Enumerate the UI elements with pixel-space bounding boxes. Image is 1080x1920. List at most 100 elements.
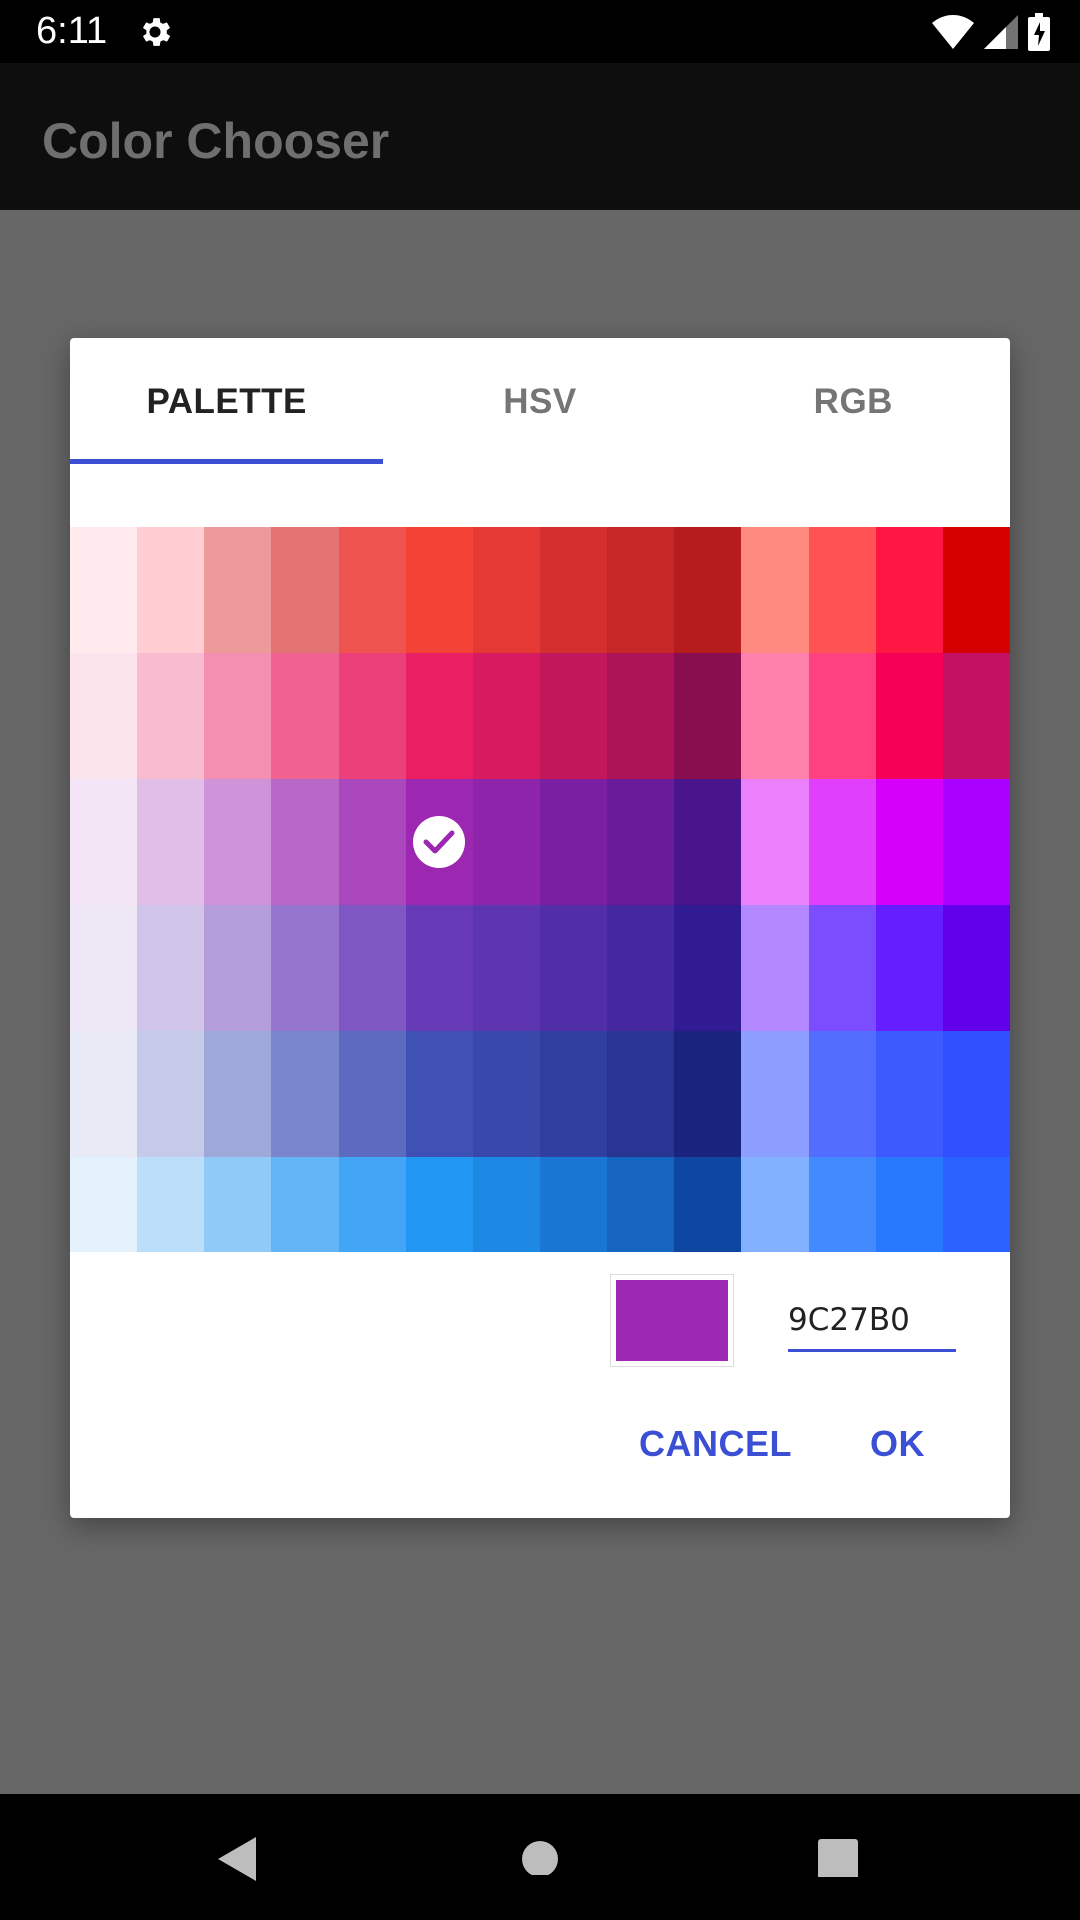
color-swatch[interactable] [338, 527, 406, 653]
color-swatch[interactable] [607, 779, 675, 905]
color-swatch[interactable] [137, 653, 205, 779]
color-swatch[interactable] [137, 779, 205, 905]
color-swatch[interactable] [540, 1031, 608, 1157]
color-swatch[interactable] [808, 1157, 876, 1252]
color-swatch[interactable] [472, 1031, 540, 1157]
color-swatch[interactable] [674, 905, 742, 1031]
color-swatch[interactable] [607, 1157, 675, 1252]
color-swatch[interactable] [942, 653, 1010, 779]
cancel-button[interactable]: CANCEL [639, 1423, 792, 1465]
color-swatch[interactable] [204, 1031, 272, 1157]
color-swatch[interactable] [674, 1031, 742, 1157]
tab-palette[interactable]: PALETTE [70, 338, 383, 464]
color-swatch[interactable] [540, 905, 608, 1031]
color-swatch[interactable] [271, 1157, 339, 1252]
color-swatch[interactable] [137, 1031, 205, 1157]
color-swatch[interactable] [875, 1157, 943, 1252]
color-swatch[interactable] [942, 1157, 1010, 1252]
color-swatch[interactable] [405, 527, 473, 653]
color-swatch[interactable] [942, 1031, 1010, 1157]
color-swatch[interactable] [674, 527, 742, 653]
color-swatch[interactable] [338, 779, 406, 905]
color-swatch[interactable] [607, 653, 675, 779]
color-swatch[interactable] [674, 653, 742, 779]
color-swatch[interactable] [204, 905, 272, 1031]
color-swatch[interactable] [271, 527, 339, 653]
gear-icon [136, 13, 174, 51]
color-swatch[interactable] [405, 653, 473, 779]
color-swatch[interactable] [808, 653, 876, 779]
color-swatch[interactable] [204, 1157, 272, 1252]
color-swatch[interactable] [875, 779, 943, 905]
color-swatch[interactable] [472, 653, 540, 779]
color-swatch[interactable] [808, 1031, 876, 1157]
color-swatch[interactable] [942, 527, 1010, 653]
color-swatch[interactable] [674, 1157, 742, 1252]
color-swatch[interactable] [875, 527, 943, 653]
color-swatch[interactable] [204, 779, 272, 905]
color-swatch[interactable] [137, 905, 205, 1031]
color-swatch[interactable] [70, 653, 138, 779]
color-swatch[interactable] [741, 905, 809, 1031]
color-swatch[interactable] [70, 1031, 138, 1157]
color-swatch[interactable] [942, 779, 1010, 905]
color-swatch[interactable] [472, 1157, 540, 1252]
color-swatch[interactable] [70, 527, 138, 653]
color-swatch[interactable] [674, 779, 742, 905]
color-swatch[interactable] [70, 779, 138, 905]
color-swatch[interactable] [338, 653, 406, 779]
wifi-icon [932, 15, 974, 49]
back-icon[interactable] [218, 1837, 258, 1886]
color-swatch[interactable] [70, 905, 138, 1031]
color-swatch[interactable] [808, 905, 876, 1031]
color-swatch[interactable] [338, 1157, 406, 1252]
color-swatch[interactable] [338, 1031, 406, 1157]
color-swatch[interactable] [204, 527, 272, 653]
color-swatch[interactable] [741, 653, 809, 779]
color-swatch[interactable] [741, 527, 809, 653]
color-swatch[interactable] [540, 527, 608, 653]
hex-color-input[interactable] [788, 1296, 956, 1352]
battery-icon [1028, 13, 1050, 51]
color-swatch[interactable] [472, 905, 540, 1031]
color-swatch[interactable] [271, 653, 339, 779]
color-swatch[interactable] [607, 1031, 675, 1157]
color-swatch[interactable] [808, 779, 876, 905]
color-swatch[interactable] [942, 905, 1010, 1031]
color-swatch[interactable] [137, 527, 205, 653]
color-swatch[interactable] [875, 1031, 943, 1157]
color-swatch[interactable] [271, 905, 339, 1031]
color-swatch[interactable] [875, 905, 943, 1031]
color-swatch[interactable] [540, 653, 608, 779]
tab-hsv[interactable]: HSV [383, 338, 696, 464]
color-swatch[interactable] [271, 1031, 339, 1157]
recents-icon[interactable] [818, 1837, 858, 1882]
tab-rgb[interactable]: RGB [697, 338, 1010, 464]
navigation-bar [0, 1794, 1080, 1920]
color-swatch[interactable] [540, 1157, 608, 1252]
home-icon[interactable] [521, 1837, 559, 1880]
tab-indicator [70, 459, 383, 464]
color-swatch[interactable] [875, 653, 943, 779]
color-swatch[interactable] [808, 527, 876, 653]
color-swatch[interactable] [271, 779, 339, 905]
color-swatch[interactable] [338, 905, 406, 1031]
color-swatch[interactable] [137, 1157, 205, 1252]
ok-button[interactable]: OK [870, 1423, 925, 1465]
color-swatch[interactable] [741, 1157, 809, 1252]
color-swatch[interactable] [472, 527, 540, 653]
color-swatch[interactable] [741, 779, 809, 905]
color-swatch[interactable] [70, 1157, 138, 1252]
color-swatch[interactable] [405, 779, 473, 905]
status-time: 6:11 [36, 10, 108, 52]
color-swatch[interactable] [741, 1031, 809, 1157]
checkmark-icon [413, 816, 466, 868]
color-swatch[interactable] [607, 527, 675, 653]
color-swatch[interactable] [405, 905, 473, 1031]
color-swatch[interactable] [204, 653, 272, 779]
color-swatch[interactable] [472, 779, 540, 905]
color-swatch[interactable] [405, 1031, 473, 1157]
color-swatch[interactable] [405, 1157, 473, 1252]
color-swatch[interactable] [607, 905, 675, 1031]
color-swatch[interactable] [540, 779, 608, 905]
